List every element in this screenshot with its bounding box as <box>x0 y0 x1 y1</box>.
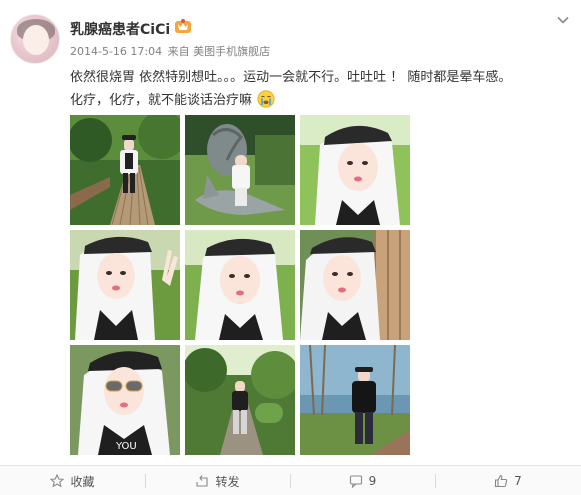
post-timestamp[interactable]: 2014-5-16 17:04 <box>70 45 162 58</box>
photo-8[interactable] <box>185 345 295 455</box>
action-bar: 收藏 转发 9 7 <box>0 465 581 495</box>
photo-2[interactable] <box>185 115 295 225</box>
photo-3[interactable] <box>300 115 410 225</box>
star-icon <box>50 474 65 488</box>
photo-5[interactable] <box>185 230 295 340</box>
post-source[interactable]: 美图手机旗舰店 <box>193 45 270 58</box>
photo-7[interactable]: YOU <box>70 345 180 455</box>
chevron-down-icon[interactable] <box>556 13 570 27</box>
comment-count: 9 <box>368 474 377 488</box>
username[interactable]: 乳腺癌患者CiCi <box>70 19 170 39</box>
photo-4[interactable] <box>70 230 180 340</box>
vip-crown-icon[interactable] <box>174 17 192 35</box>
photo-1[interactable] <box>70 115 180 225</box>
photo-6[interactable] <box>300 230 410 340</box>
crying-face-icon <box>257 90 275 108</box>
like-count: 7 <box>514 474 522 488</box>
source-prefix: 来自 <box>167 45 190 58</box>
photo-grid: YOU <box>70 115 410 455</box>
comment-button[interactable]: 9 <box>290 466 435 495</box>
repost-button[interactable]: 转发 <box>145 466 290 495</box>
thumbs-up-icon <box>495 474 508 488</box>
post-text-line-2: 化疗，化疗，就不能谈话治疗嘛 <box>70 93 253 108</box>
photo-9[interactable] <box>300 345 410 455</box>
favorite-label: 收藏 <box>70 474 95 489</box>
repost-icon <box>196 475 209 487</box>
post-meta: 2014-5-16 17:04 来自 美图手机旗舰店 <box>70 43 270 59</box>
weibo-post-card: 乳腺癌患者CiCi 2014-5-16 17:04 来自 美图手机旗舰店 依然很… <box>0 0 581 495</box>
post-text-line-1: 依然很烧胃 依然特别想吐。。。运动一会就不行。吐吐吐 ！ 随时都是晕车感。 <box>70 70 512 85</box>
repost-label: 转发 <box>215 474 240 489</box>
svg-text:YOU: YOU <box>115 441 137 452</box>
post-text: 依然很烧胃 依然特别想吐。。。运动一会就不行。吐吐吐 ！ 随时都是晕车感。 化疗… <box>70 66 575 112</box>
favorite-button[interactable]: 收藏 <box>0 466 145 495</box>
comment-icon <box>349 475 362 488</box>
avatar[interactable] <box>10 14 60 64</box>
like-button[interactable]: 7 <box>435 466 581 495</box>
